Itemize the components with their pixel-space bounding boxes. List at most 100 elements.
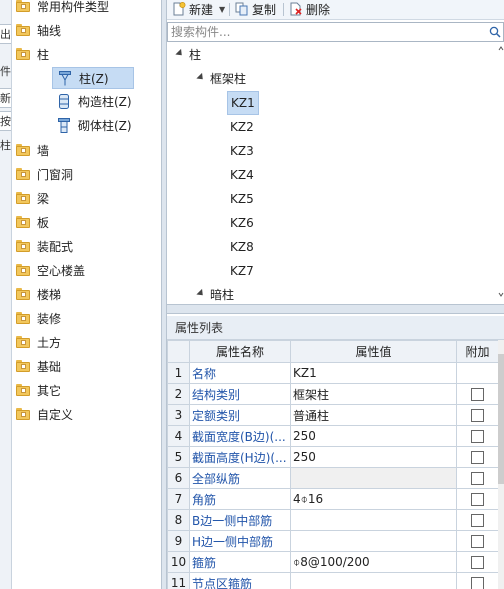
table-row[interactable]: 4 截面宽度(B边)(... 250 xyxy=(167,425,499,447)
property-value[interactable] xyxy=(290,572,457,589)
tree-node-item[interactable]: KZ7 xyxy=(230,259,254,283)
search-icon[interactable] xyxy=(489,26,501,38)
category-item[interactable]: 板 xyxy=(12,211,161,235)
table-row[interactable]: 1 名称 KZ1 xyxy=(167,362,499,384)
add-checkbox[interactable] xyxy=(471,493,484,506)
tree-node-group[interactable]: 框架柱 xyxy=(210,67,246,91)
tree-node-group[interactable]: 暗柱 xyxy=(210,283,234,302)
folder-icon xyxy=(16,216,30,228)
subitem-masonry-column[interactable]: 砌体柱(Z) xyxy=(52,115,134,137)
add-checkbox[interactable] xyxy=(471,388,484,401)
category-item[interactable]: 自定义 xyxy=(12,403,161,427)
tree-node-root[interactable]: 柱 xyxy=(189,43,201,67)
expand-arrow-icon[interactable] xyxy=(196,288,206,299)
property-value[interactable]: ⌽8@100/200 xyxy=(290,551,457,573)
expand-arrow-icon[interactable] xyxy=(175,48,185,59)
new-button[interactable]: 新建 xyxy=(172,0,213,18)
category-label: 轴线 xyxy=(37,24,62,38)
folder-icon xyxy=(16,240,30,252)
subitem-column[interactable]: 柱(Z) xyxy=(52,67,134,89)
horizontal-splitter[interactable] xyxy=(167,304,504,314)
property-value[interactable]: 250 xyxy=(290,425,457,447)
row-number: 7 xyxy=(167,488,190,510)
category-label: 门窗洞 xyxy=(37,168,74,182)
copy-icon xyxy=(235,2,248,16)
column-header-value: 属性值 xyxy=(290,340,457,363)
table-row[interactable]: 2 结构类别 框架柱 xyxy=(167,383,499,405)
tree-node-item[interactable]: KZ5 xyxy=(230,187,254,211)
property-value[interactable] xyxy=(290,467,457,489)
add-checkbox[interactable] xyxy=(471,577,484,589)
scrollbar-thumb[interactable] xyxy=(498,354,504,484)
table-row[interactable]: 10 箍筋 ⌽8@100/200 xyxy=(167,551,499,573)
tree-node-item[interactable]: KZ3 xyxy=(230,139,254,163)
category-label: 装配式 xyxy=(37,240,74,254)
component-list-tree: 柱 框架柱 KZ1 KZ2 KZ3 KZ4 KZ5 KZ6 KZ8 KZ7 暗柱 xyxy=(167,43,504,302)
category-item[interactable]: 梁 xyxy=(12,187,161,211)
category-item[interactable]: 其它 xyxy=(12,379,161,403)
property-value[interactable]: 普通柱 xyxy=(290,404,457,426)
category-item[interactable]: 轴线 xyxy=(12,19,161,43)
property-name: H边一侧中部筋 xyxy=(189,530,291,552)
tree-node-item[interactable]: KZ1 xyxy=(227,91,259,115)
table-row[interactable]: 11 节点区箍筋 xyxy=(167,572,499,589)
tree-node-item[interactable]: KZ4 xyxy=(230,163,254,187)
table-row[interactable]: 3 定额类别 普通柱 xyxy=(167,404,499,426)
toolbar-separator xyxy=(283,3,284,16)
category-item[interactable]: 空心楼盖 xyxy=(12,259,161,283)
tree-node-item[interactable]: KZ2 xyxy=(230,115,254,139)
subitem-constructional-column[interactable]: 构造柱(Z) xyxy=(52,91,134,113)
property-value[interactable] xyxy=(290,509,457,531)
property-value[interactable]: 框架柱 xyxy=(290,383,457,405)
add-cell xyxy=(456,383,499,405)
category-item[interactable]: 装配式 xyxy=(12,235,161,259)
category-item[interactable]: 墙 xyxy=(12,139,161,163)
add-cell xyxy=(456,509,499,531)
table-row[interactable]: 6 全部纵筋 xyxy=(167,467,499,489)
category-item[interactable]: 常用构件类型 xyxy=(12,0,161,19)
tree-node-item[interactable]: KZ6 xyxy=(230,211,254,235)
add-checkbox[interactable] xyxy=(471,409,484,422)
category-item[interactable]: 装修 xyxy=(12,307,161,331)
component-search-input[interactable]: 搜索构件... xyxy=(167,22,504,42)
search-placeholder: 搜索构件... xyxy=(171,25,231,39)
add-checkbox[interactable] xyxy=(471,430,484,443)
property-value[interactable]: KZ1 xyxy=(290,362,457,384)
add-checkbox[interactable] xyxy=(471,451,484,464)
table-row[interactable]: 8 B边一侧中部筋 xyxy=(167,509,499,531)
category-item[interactable]: 土方 xyxy=(12,331,161,355)
add-checkbox[interactable] xyxy=(471,556,484,569)
folder-icon xyxy=(16,192,30,204)
new-dropdown-button[interactable]: ▼ xyxy=(219,0,225,18)
property-table-scrollbar[interactable] xyxy=(498,340,504,589)
property-value[interactable]: 250 xyxy=(290,446,457,468)
folder-icon xyxy=(16,408,30,420)
category-label: 空心楼盖 xyxy=(37,264,86,278)
category-item[interactable]: 柱 xyxy=(12,43,161,67)
table-row[interactable]: 7 角筋 4⌽16 xyxy=(167,488,499,510)
strip-fragment: 按 xyxy=(0,111,11,131)
category-item[interactable]: 门窗洞 xyxy=(12,163,161,187)
add-checkbox[interactable] xyxy=(471,472,484,485)
table-row[interactable]: 9 H边一侧中部筋 xyxy=(167,530,499,552)
table-header-row: 属性名称 属性值 附加 xyxy=(167,340,499,363)
folder-open-icon xyxy=(16,48,30,60)
category-label: 柱 xyxy=(37,48,50,62)
property-value[interactable] xyxy=(290,530,457,552)
category-item[interactable]: 基础 xyxy=(12,355,161,379)
add-checkbox[interactable] xyxy=(471,535,484,548)
category-label: 梁 xyxy=(37,192,50,206)
copy-button[interactable]: 复制 xyxy=(235,0,276,18)
property-value[interactable]: 4⌽16 xyxy=(290,488,457,510)
chevron-down-icon: ▼ xyxy=(219,4,226,14)
column-header-number xyxy=(167,340,190,363)
expand-arrow-icon[interactable] xyxy=(196,72,206,83)
tree-scrollbar[interactable] xyxy=(498,43,504,302)
row-number: 9 xyxy=(167,530,190,552)
category-item[interactable]: 楼梯 xyxy=(12,283,161,307)
delete-button[interactable]: 删除 xyxy=(289,0,330,18)
add-checkbox[interactable] xyxy=(471,514,484,527)
category-label: 其它 xyxy=(37,384,62,398)
tree-node-item[interactable]: KZ8 xyxy=(230,235,254,259)
table-row[interactable]: 5 截面高度(H边)(... 250 xyxy=(167,446,499,468)
